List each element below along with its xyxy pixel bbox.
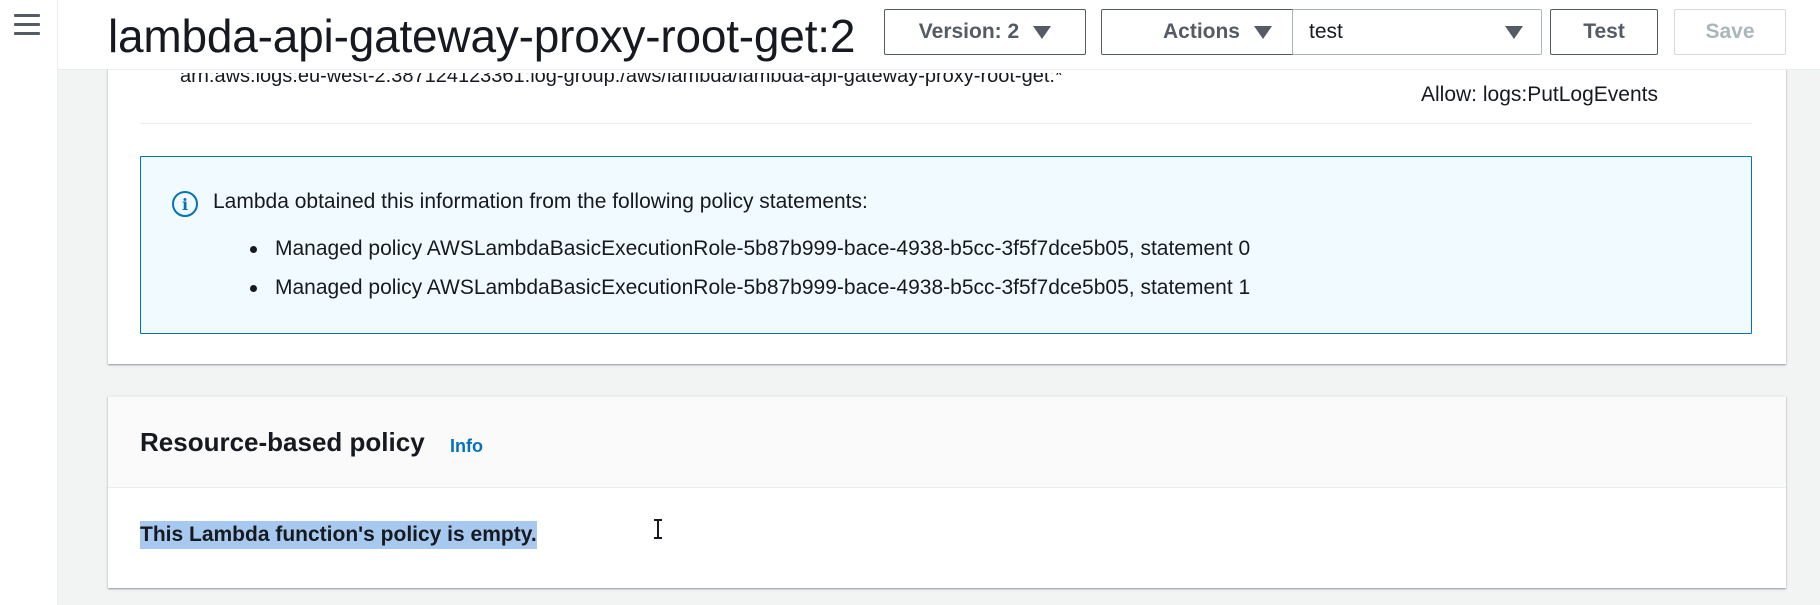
- panel-header: Resource-based policy Info: [108, 397, 1786, 488]
- function-header-bar: lambda-api-gateway-proxy-root-get:2 Vers…: [58, 0, 1820, 70]
- resource-row: arn:aws:logs:eu-west-2:387124123361:log-…: [140, 61, 1752, 124]
- test-event-select[interactable]: test: [1292, 9, 1542, 55]
- caret-down-icon: [1033, 25, 1052, 39]
- resource-based-policy-panel: Resource-based policy Info This Lambda f…: [108, 396, 1786, 588]
- caret-down-icon: [1505, 26, 1523, 39]
- policy-statement-list: Managed policy AWSLambdaBasicExecutionRo…: [247, 229, 1250, 307]
- allowed-action: Allow: logs:PutLogEvents: [1421, 83, 1658, 106]
- policy-source-info-alert: i Lambda obtained this information from …: [140, 156, 1752, 334]
- execution-role-permissions-panel: arn:aws:logs:eu-west-2:387124123361:log-…: [108, 60, 1786, 364]
- actions-label: Actions: [1162, 20, 1240, 43]
- test-button[interactable]: Test: [1550, 9, 1658, 55]
- test-event-value: test: [1309, 20, 1343, 43]
- list-item: Managed policy AWSLambdaBasicExecutionRo…: [247, 268, 1250, 307]
- panel-title: Resource-based policy: [140, 427, 425, 457]
- left-navigation: [0, 0, 58, 605]
- list-item: Managed policy AWSLambdaBasicExecutionRo…: [247, 229, 1250, 268]
- menu-icon[interactable]: [14, 14, 40, 36]
- info-icon: i: [172, 191, 198, 217]
- save-button[interactable]: Save: [1674, 9, 1786, 55]
- empty-policy-message: This Lambda function's policy is empty.: [140, 521, 537, 549]
- version-dropdown[interactable]: Version: 2: [884, 9, 1086, 55]
- page-title: lambda-api-gateway-proxy-root-get:2: [108, 10, 856, 62]
- text-cursor-icon: [654, 519, 662, 539]
- version-label: Version: 2: [918, 20, 1020, 43]
- caret-down-icon: [1254, 25, 1272, 39]
- alert-heading: Lambda obtained this information from th…: [213, 190, 868, 213]
- info-link[interactable]: Info: [450, 436, 483, 457]
